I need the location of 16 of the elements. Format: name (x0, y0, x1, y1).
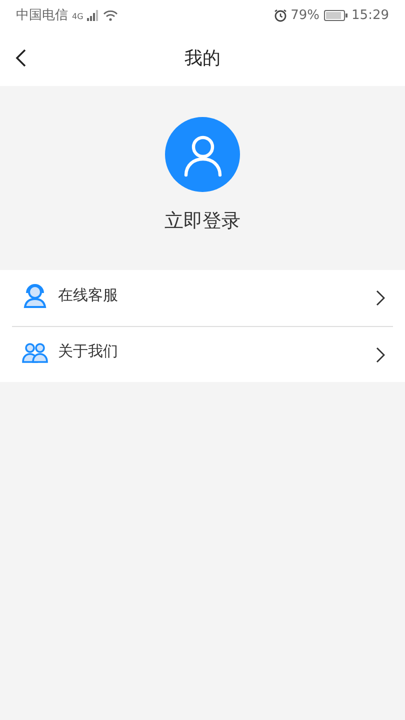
clock-time: 15:29 (352, 8, 389, 22)
menu-item[interactable]: 关于我们 (12, 326, 393, 382)
page-title: 我的 (184, 47, 220, 70)
login-link[interactable]: 立即登录 (164, 208, 240, 234)
wifi-icon (103, 10, 118, 20)
network-type: 4G (72, 12, 84, 21)
battery-percent: 79% (290, 8, 320, 22)
menu-item[interactable]: 在线客服 (0, 270, 405, 326)
alarm-icon (274, 8, 287, 22)
chevron-icon (376, 290, 385, 306)
carrier-name: 中国电信 (16, 7, 68, 24)
chevron-icon (376, 346, 385, 362)
headset-person-icon (22, 282, 48, 308)
battery-icon (324, 10, 348, 20)
signal-icon (87, 10, 100, 20)
back-icon (15, 48, 27, 68)
